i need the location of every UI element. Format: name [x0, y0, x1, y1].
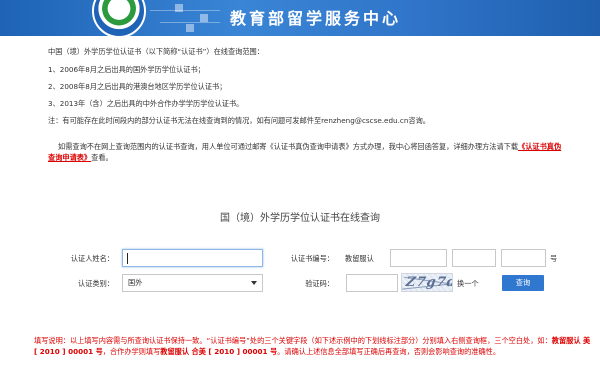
banner-decoration [160, 22, 220, 23]
fill-instructions: 填写说明：以上填写内容需与所查询认证书保持一致。“认证书编号”处的三个关键字段（… [34, 335, 594, 357]
cert-part-2-input[interactable] [452, 249, 496, 267]
instructions-text-3: 。请确认上述信息全部填写正确后再查询，否则会影响查询的准确性。 [277, 347, 501, 356]
captcha-input[interactable] [346, 274, 398, 292]
captcha-image[interactable]: Z7g7d8 [401, 273, 453, 292]
refresh-captcha-link[interactable]: 换一个 [457, 279, 479, 289]
cert-part-1-input[interactable] [390, 249, 447, 267]
notice-line-1: 中国（境）外学历学位认证书（以下简称“认证书”）在线查询范围： [48, 47, 264, 56]
banner-decoration [200, 14, 208, 22]
type-selected-value: 国外 [128, 278, 143, 287]
cert-prefix: 教留服认 [345, 254, 374, 263]
banner-decoration [150, 10, 220, 11]
type-select[interactable]: 国外 [122, 274, 263, 292]
notice-line-5: 注：有可能存在此时间段内的部分认证书无法在线查询到的情况，如有问题可发邮件至re… [48, 116, 430, 125]
cert-number-label: 认证书编号： [290, 254, 334, 263]
offline-query-text: 如需查询不在网上查询范围内的认证书查询，用人单位可通过邮寄《认证书真伪查询申请表… [58, 142, 519, 151]
offline-query-paragraph: 如需查询不在网上查询范围内的认证书查询，用人单位可通过邮寄《认证书真伪查询申请表… [48, 141, 568, 163]
brand-title: 教育部留学服务中心 [230, 9, 402, 28]
text-caret [127, 253, 128, 264]
captcha-label: 验证码： [305, 279, 334, 288]
banner-decoration [175, 4, 183, 12]
cert-suffix: 号 [550, 254, 558, 263]
query-title: 国（境）外学历学位认证书在线查询 [220, 213, 380, 224]
cert-part-3-input[interactable] [501, 249, 546, 267]
notice-line-4: 3、2013年（含）之后出具的中外合作办学学历学位认证书。 [48, 99, 244, 108]
notice-line-2: 1、2006年8月之后出具的国外学历学位认证书； [48, 65, 205, 74]
offline-query-tail: 查看。 [91, 153, 113, 162]
chevron-down-icon [251, 281, 257, 285]
name-input[interactable] [122, 249, 263, 267]
notice-line-3: 2、2008年8月之后出具的港澳台地区学历学位认证书； [48, 82, 227, 91]
instructions-text-1: 填写说明：以上填写内容需与所查询认证书保持一致。“认证书编号”处的三个关键字段（… [34, 336, 552, 345]
instructions-example-2: 教留服认 合美 [ 2010 ] 00001 号 [160, 347, 278, 356]
logo-icon [92, 0, 146, 36]
captcha-text: Z7g7d8 [404, 275, 453, 290]
query-button[interactable]: 查询 [502, 275, 544, 291]
type-label: 认证类别： [78, 279, 114, 288]
instructions-text-2: ，合作办学则填写 [102, 347, 161, 356]
name-label: 认证人姓名： [70, 254, 114, 263]
banner-decoration [186, 24, 194, 32]
header-banner: 教育部留学服务中心 [0, 0, 600, 36]
